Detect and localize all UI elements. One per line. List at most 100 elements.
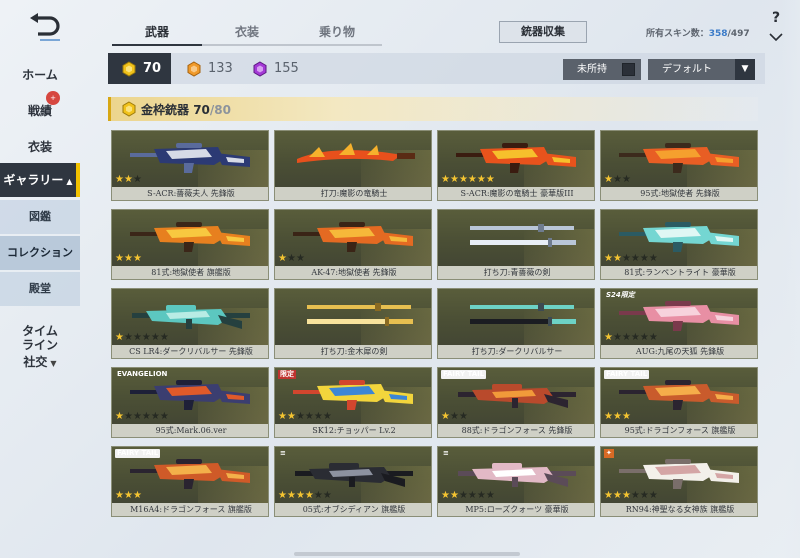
rifle-icon — [130, 380, 250, 410]
skin-count-owned: 358 — [708, 29, 728, 39]
star-rating: ★★★★★★ — [115, 333, 169, 343]
collab-tag: ✦ — [604, 449, 614, 458]
rifle-icon — [293, 380, 413, 410]
skin-name: M16A4:ドラゴンフォース 旗艦版 — [112, 503, 268, 516]
star-icon: ★ — [621, 490, 631, 501]
skin-name: S-ACR:魔影の竜騎士 豪華版III — [438, 187, 594, 200]
skin-card[interactable]: 限定 ★★★★★★ SK12:チョッパー Lv.2 — [274, 367, 432, 438]
skin-card[interactable]: ★★★★★★ S-ACR:魔影の竜騎士 豪華版III — [437, 130, 595, 201]
star-icon: ★ — [449, 174, 459, 185]
nav-gallery[interactable]: ギャラリー ▲ — [0, 163, 80, 197]
unowned-checkbox[interactable] — [622, 63, 635, 76]
sidebar: ホーム 戦績 + 衣装 ギャラリー ▲ 図鑑 コレクション 殿堂 タイム ライン … — [0, 0, 82, 558]
skin-card[interactable]: ★★★ S-ACR:薔薇夫人 先鋒版 — [111, 130, 269, 201]
star-icon: ★ — [278, 411, 287, 422]
nav-collection[interactable]: コレクション — [0, 236, 80, 270]
star-icon: ★ — [141, 411, 151, 422]
back-button[interactable] — [26, 12, 62, 42]
nav-home-label: ホーム — [22, 68, 58, 82]
star-icon: ★ — [612, 174, 622, 185]
nav-costume[interactable]: 衣装 — [0, 138, 80, 155]
skin-card[interactable]: 打ち刀:ダークリバルサー — [437, 288, 595, 359]
nav-record[interactable]: 戦績 — [0, 102, 80, 119]
star-icon: ★ — [115, 411, 124, 422]
star-icon: ★ — [458, 174, 468, 185]
star-icon: ★ — [322, 411, 332, 422]
skin-card[interactable]: EVANGELION ★★★★★★ 95式:Mark.06.ver — [111, 367, 269, 438]
skin-card[interactable]: ★★★ 81式:地獄使者 旗艦版 — [111, 209, 269, 280]
star-icon: ★ — [132, 253, 142, 264]
nav-costume-label: 衣装 — [27, 140, 52, 154]
skin-card[interactable]: 打ち刀:金木犀の剣 — [274, 288, 432, 359]
tab-weapons[interactable]: 武器 — [112, 22, 202, 42]
star-icon: ★ — [648, 332, 658, 343]
unowned-toggle[interactable]: 未所持 — [563, 59, 641, 80]
sniper-rifle-icon — [132, 305, 250, 329]
star-rating: ★★★ — [441, 412, 468, 422]
star-icon: ★ — [295, 411, 305, 422]
nav-timeline-label: タイム ライン — [21, 324, 58, 352]
skin-card[interactable]: ✦ ★★★★★★ RN94:神聖なる女神族 旗艦版 — [600, 446, 758, 517]
skin-card[interactable]: ≡ ★★★★★★ MP5:ローズクォーツ 豪華版 — [437, 446, 595, 517]
nav-home[interactable]: ホーム — [0, 66, 80, 83]
star-icon: ★ — [132, 332, 142, 343]
skin-name: 95式:Mark.06.ver — [112, 424, 268, 437]
currency-orange-filter[interactable]: 133 — [186, 53, 233, 84]
star-icon: ★ — [123, 253, 133, 264]
skin-card[interactable]: FAIRY TAIL ★★★ 95式:ドラゴンフォース 旗艦版 — [600, 367, 758, 438]
sort-dropdown[interactable]: デフォルト ▼ — [648, 59, 755, 80]
skin-name: 95式:地獄使者 先鋒版 — [601, 187, 757, 200]
nav-illustration[interactable]: 図鑑 — [0, 200, 80, 234]
skin-card[interactable]: FAIRY TAIL ★★★ 88式:ドラゴンフォース 先鋒版 — [437, 367, 595, 438]
currency-gold-filter[interactable]: 70 — [108, 53, 172, 84]
star-icon: ★ — [322, 490, 332, 501]
skin-card[interactable]: ★★★★★★ CS LR4:ダークリバルサー 先鋒版 — [111, 288, 269, 359]
star-icon: ★ — [304, 490, 314, 501]
star-icon: ★ — [441, 174, 450, 185]
skin-card[interactable]: ★★★★★★ 81式:ランペントライト 豪華版 — [600, 209, 758, 280]
star-rating: ★★★★★★ — [441, 491, 495, 501]
skin-count: 所有スキン数：358/497 — [646, 26, 750, 39]
skin-card[interactable]: 打刀:魔影の竜騎士 — [274, 130, 432, 201]
chevron-down-icon — [769, 33, 783, 42]
gold-coin-icon — [122, 60, 136, 77]
rifle-icon — [619, 143, 739, 173]
notification-badge: + — [46, 91, 60, 105]
tab-costume[interactable]: 衣装 — [202, 22, 292, 42]
star-rating: ★★★ — [115, 491, 142, 501]
currency-purple-filter[interactable]: 155 — [252, 53, 299, 84]
star-icon: ★ — [604, 174, 613, 185]
skin-card[interactable]: ≡ ★★★★★★ 05式:オブシディアン 旗艦版 — [274, 446, 432, 517]
star-icon: ★ — [630, 253, 640, 264]
section-title-text: 金枠銃器 — [141, 103, 190, 117]
rifle-icon — [130, 143, 250, 173]
star-icon: ★ — [612, 411, 622, 422]
star-icon: ★ — [313, 411, 323, 422]
star-icon: ★ — [115, 490, 124, 501]
dropdown-arrow-icon: ▼ — [735, 59, 755, 80]
skin-card[interactable]: ★★★ 95式:地獄使者 先鋒版 — [600, 130, 758, 201]
katana-icon — [470, 224, 576, 247]
skin-card[interactable]: ★★★ AK-47:地獄使者 先鋒版 — [274, 209, 432, 280]
nav-hall[interactable]: 殿堂 — [0, 272, 80, 306]
weapon-collection-button[interactable]: 銃器収集 — [499, 21, 587, 43]
skin-card[interactable]: FAIRY TAIL ★★★ M16A4:ドラゴンフォース 旗艦版 — [111, 446, 269, 517]
skin-card[interactable]: 打ち刀:青薔薇の剣 — [437, 209, 595, 280]
rifle-icon — [619, 380, 739, 410]
star-icon: ★ — [621, 332, 631, 343]
chevron-down-icon: ▼ — [50, 359, 57, 368]
skin-card[interactable]: S24限定 ★★★★★★ AUG:九尾の天狐 先鋒版 — [600, 288, 758, 359]
star-icon: ★ — [476, 490, 486, 501]
nav-timeline[interactable]: タイム ライン — [0, 310, 80, 352]
star-icon: ★ — [604, 253, 613, 264]
tab-weapons-label: 武器 — [144, 25, 169, 39]
katana-icon — [307, 303, 413, 326]
nav-social[interactable]: 社交 ▼ — [0, 353, 80, 370]
unowned-label: 未所持 — [577, 64, 607, 75]
tab-vehicle[interactable]: 乗り物 — [292, 22, 382, 42]
star-icon: ★ — [141, 332, 151, 343]
skin-name: 05式:オブシディアン 旗艦版 — [275, 503, 431, 516]
star-rating: ★★★★★★ — [604, 254, 658, 264]
skin-name: MP5:ローズクォーツ 豪華版 — [438, 503, 594, 516]
star-icon: ★ — [604, 490, 613, 501]
